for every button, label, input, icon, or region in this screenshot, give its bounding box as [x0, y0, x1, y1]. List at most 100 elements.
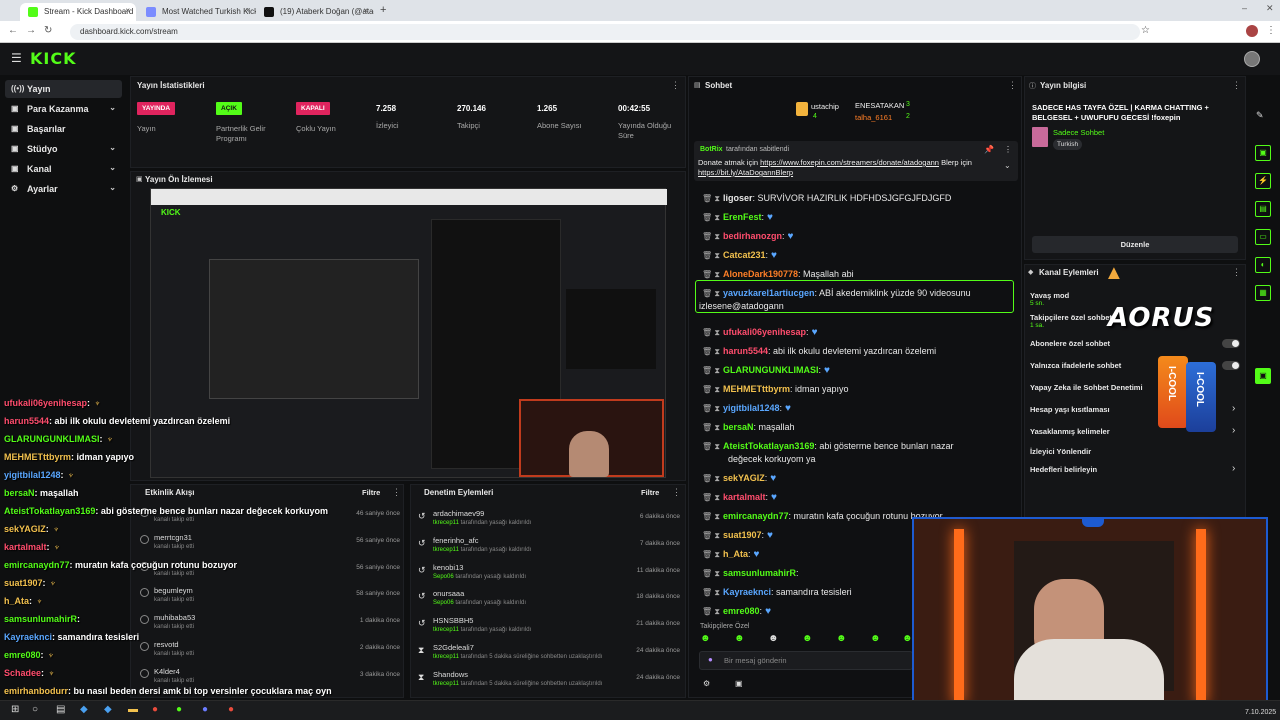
moderator-action-icons[interactable]: 🗑 ⧗ — [702, 328, 720, 337]
chat-username[interactable]: Catcat231 — [723, 250, 766, 260]
toggle-switch[interactable] — [1222, 339, 1240, 348]
channel-action-label[interactable]: Yapay Zeka ile Sohbet Denetimi — [1030, 383, 1143, 392]
chat-username[interactable]: Kayraeknci — [723, 587, 771, 597]
filter-button[interactable]: Filtre — [362, 488, 380, 497]
gifter-name[interactable]: ENESATAKAN — [855, 101, 904, 110]
activity-username[interactable]: muhibaba53 — [154, 613, 195, 622]
windows-start-icon[interactable]: ⊞ — [11, 704, 19, 715]
kick-logo[interactable]: KICK — [30, 49, 77, 68]
moderator-action-icons[interactable]: 🗑 ⧗ — [702, 493, 720, 502]
chevron-right-icon[interactable]: › — [1232, 425, 1235, 436]
edit-button[interactable]: Düzenle — [1032, 236, 1238, 253]
url-input[interactable]: dashboard.kick.com/stream — [70, 24, 1140, 40]
moderation-target[interactable]: Shandows — [433, 670, 468, 679]
more-options-icon[interactable]: ⋮ — [671, 80, 680, 91]
rail-button-icon[interactable]: ▣ — [1255, 145, 1271, 161]
chevron-right-icon[interactable]: › — [1232, 463, 1235, 474]
toggle-switch[interactable] — [1222, 361, 1240, 370]
moderator-action-icons[interactable]: 🗑 ⧗ — [702, 385, 720, 394]
channel-action-label[interactable]: Yasaklanmış kelimeler — [1030, 427, 1110, 436]
moderator-name[interactable]: Sepo06 — [433, 600, 454, 606]
chat-username[interactable]: GLARUNGUNKLIMASI — [723, 365, 819, 375]
edit-icon[interactable]: ✎ — [1256, 110, 1264, 121]
channel-action-label[interactable]: Hesap yaşı kısıtlaması — [1030, 405, 1110, 414]
more-options-icon[interactable]: ⋮ — [392, 487, 401, 498]
moderation-target[interactable]: HSNSBBH5 — [433, 616, 473, 625]
moderator-action-icons[interactable]: 🗑 ⧗ — [702, 289, 720, 298]
moderator-action-icons[interactable]: 🗑 ⧗ — [702, 607, 720, 616]
browser-tab[interactable]: Stream - Kick Dashboard × — [20, 3, 136, 21]
chat-username[interactable]: sekYAGIZ — [723, 473, 765, 483]
chat-input[interactable]: ● Bir mesaj gönderin — [699, 651, 913, 670]
chat-username[interactable]: samsunlumahirR — [723, 568, 796, 578]
activity-username[interactable]: begumleym — [154, 586, 193, 595]
channel-action-label[interactable]: Abonelere özel sohbet — [1030, 339, 1110, 348]
moderator-action-icons[interactable]: 🗑 ⧗ — [702, 569, 720, 578]
sidebar-item-basarilar[interactable]: ▣ Başarılar — [5, 120, 122, 138]
browser-tab[interactable]: (19) Ataberk Doğan (@atadog × — [256, 3, 374, 21]
rail-button-icon[interactable]: ▦ — [1255, 285, 1271, 301]
browser-menu-icon[interactable]: ⋮ — [1266, 25, 1276, 36]
hamburger-menu-icon[interactable]: ☰ — [11, 51, 22, 65]
chat-username[interactable]: ligoser — [723, 193, 753, 203]
sidebar-item-kanal[interactable]: ▣ Kanal ⌄ — [5, 160, 122, 178]
chat-username[interactable]: yigitbilal1248 — [723, 403, 780, 413]
moderator-action-icons[interactable]: 🗑 ⧗ — [702, 366, 720, 375]
chat-username[interactable]: h_Ata — [723, 549, 748, 559]
emote-icon[interactable]: ☻ — [734, 633, 745, 644]
activity-username[interactable]: resvotd — [154, 640, 179, 649]
category-link[interactable]: Sadece Sohbet — [1053, 128, 1104, 137]
folder-icon[interactable]: ▬ — [128, 704, 138, 715]
obs-icon[interactable]: ● — [228, 704, 234, 715]
chat-settings-icon[interactable]: ⚙ — [703, 679, 710, 688]
reload-icon[interactable]: ↻ — [44, 25, 52, 36]
sidebar-item-studyo[interactable]: ▣ Stüdyo ⌄ — [5, 140, 122, 158]
more-options-icon[interactable]: ⋮ — [1004, 145, 1012, 154]
more-options-icon[interactable]: ⋮ — [1232, 267, 1241, 278]
chat-username[interactable]: bersaN — [723, 422, 754, 432]
chat-username[interactable]: harun5544 — [723, 346, 768, 356]
moderator-name[interactable]: tkrecep11 — [433, 681, 459, 687]
moderation-target[interactable]: S2Gdeleali7 — [433, 643, 474, 652]
emote-icon[interactable]: ☻ — [836, 633, 847, 644]
search-icon[interactable]: ○ — [32, 704, 38, 715]
app-icon[interactable]: ◆ — [104, 704, 112, 715]
channel-action-label[interactable]: Yavaş mod — [1030, 291, 1069, 300]
chat-username[interactable]: ufukali06yenihesap — [723, 327, 806, 337]
emote-icon[interactable]: ☻ — [802, 633, 813, 644]
moderation-target[interactable]: onursaaa — [433, 589, 464, 598]
chat-username[interactable]: AteistTokatlayan3169 — [723, 441, 814, 451]
moderation-target[interactable]: ardachimaev99 — [433, 509, 484, 518]
rail-button-icon[interactable]: ◐ — [1255, 257, 1271, 273]
rail-button-icon[interactable]: ▣ — [1255, 368, 1271, 384]
rail-button-icon[interactable]: ▤ — [1255, 201, 1271, 217]
bookmark-star-icon[interactable]: ☆ — [1141, 25, 1150, 36]
moderator-action-icons[interactable]: 🗑 ⧗ — [702, 512, 720, 521]
app-icon[interactable]: ◆ — [80, 704, 88, 715]
chat-username[interactable]: MEHMETttbyrm — [723, 384, 790, 394]
moderator-name[interactable]: Sepo06 — [433, 574, 454, 580]
chat-username[interactable]: kartalmalt — [723, 492, 766, 502]
discord-icon[interactable]: ● — [202, 704, 208, 715]
channel-action-label[interactable]: İzleyici Yönlendir — [1030, 447, 1091, 456]
moderator-name[interactable]: tkrecep11 — [433, 547, 459, 553]
close-window-icon[interactable]: ✕ — [1266, 3, 1274, 14]
moderation-target[interactable]: fenerinho_afc — [433, 536, 478, 545]
moderator-action-icons[interactable]: 🗑 ⧗ — [702, 232, 720, 241]
back-icon[interactable]: ← — [8, 25, 18, 36]
chrome-icon[interactable]: ● — [152, 704, 158, 715]
moderator-action-icons[interactable]: 🗑 ⧗ — [702, 404, 720, 413]
channel-action-label[interactable]: Hedefleri belirleyin — [1030, 465, 1097, 474]
donate-link[interactable]: https://www.foxepin.com/streamers/donate… — [760, 158, 939, 167]
new-tab-icon[interactable]: + — [380, 4, 386, 16]
emote-icon[interactable]: ☻ — [768, 633, 779, 644]
chat-username[interactable]: emircanaydn77 — [723, 511, 789, 521]
chevron-down-icon[interactable]: ⌄ — [1004, 161, 1011, 170]
chat-username[interactable]: yavuzkarel1artiucgen — [723, 288, 815, 298]
activity-username[interactable]: K4lder4 — [154, 667, 180, 676]
moderator-action-icons[interactable]: 🗑 ⧗ — [702, 194, 720, 203]
moderator-name[interactable]: tkrecep11 — [433, 627, 459, 633]
moderation-target[interactable]: kenobi13 — [433, 563, 463, 572]
chat-username[interactable]: bedirhanozgn — [723, 231, 782, 241]
pin-icon[interactable]: 📌 — [984, 145, 994, 154]
